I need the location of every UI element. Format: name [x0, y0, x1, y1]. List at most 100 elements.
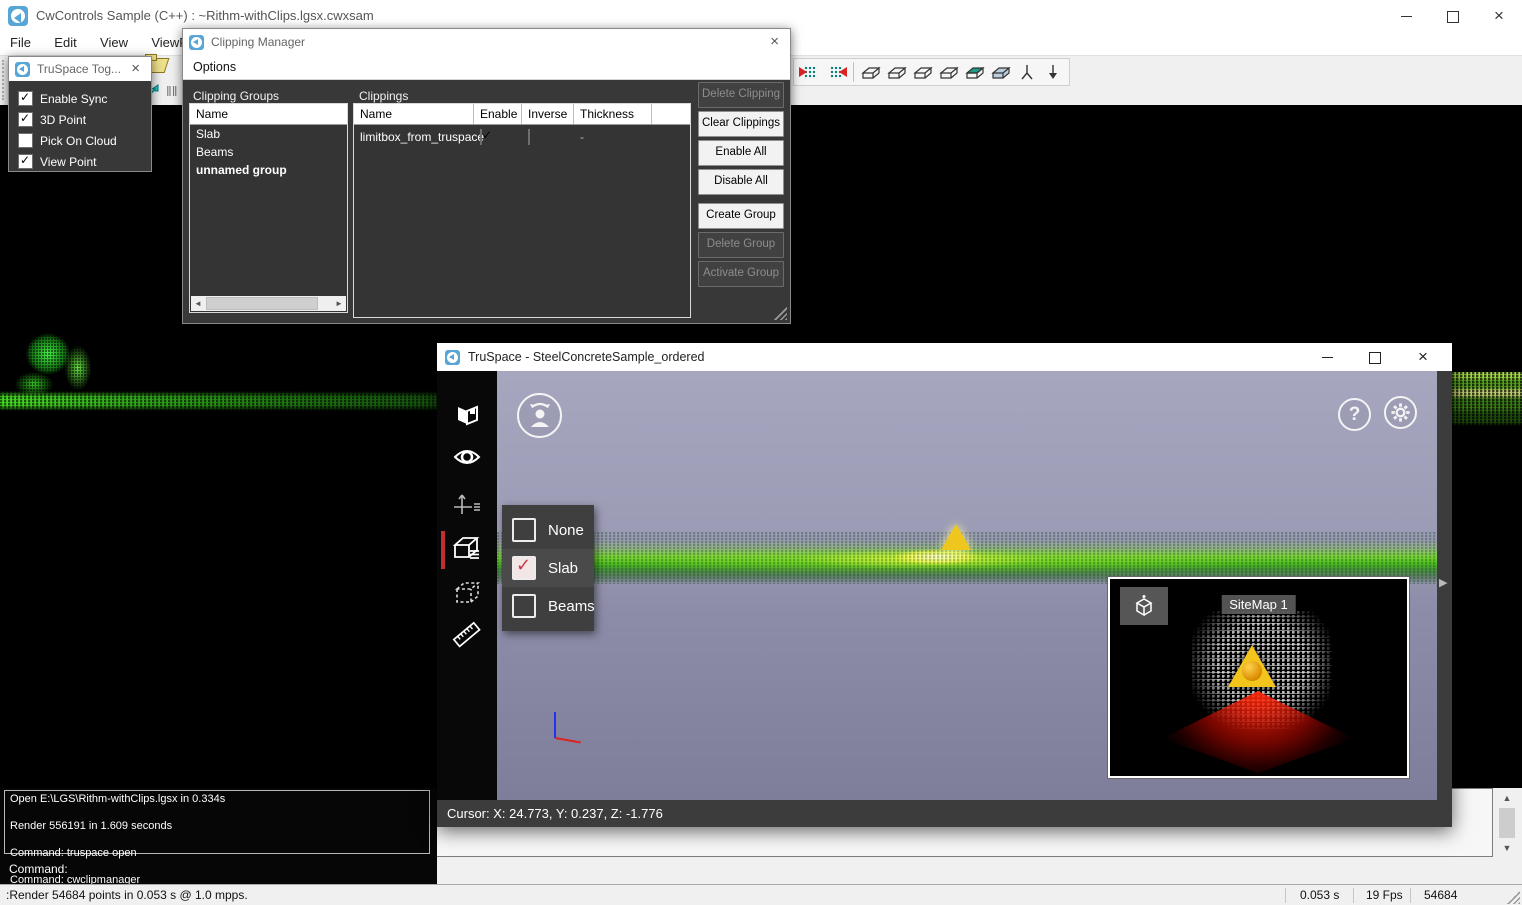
console-scrollbar[interactable]: ▲ ▼	[1498, 790, 1516, 866]
enable-sync-checkbox[interactable]	[18, 91, 33, 106]
clipping-name: limitbox_from_truspace	[354, 130, 474, 144]
menu-edit[interactable]: Edit	[44, 32, 86, 53]
scroll-right-icon[interactable]: ►	[332, 296, 346, 311]
group-list-item-active[interactable]: unnamed group	[190, 161, 347, 179]
groups-horizontal-scrollbar[interactable]: ◄ ►	[191, 296, 346, 311]
inverse-checkbox[interactable]	[528, 129, 530, 145]
maximize-button[interactable]	[1355, 343, 1395, 371]
clipping-manager-titlebar[interactable]: Clipping Manager ×	[183, 29, 790, 55]
help-icon[interactable]: ?	[1338, 398, 1371, 431]
toggle-pick-on-cloud[interactable]: Pick On Cloud	[18, 133, 142, 148]
scroll-up-icon[interactable]: ▲	[1498, 790, 1516, 806]
group-list-item[interactable]: Beams	[190, 143, 347, 161]
scroll-thumb[interactable]	[206, 297, 318, 310]
export-cloud-icon[interactable]	[824, 61, 848, 83]
truspace-viewport[interactable]: ? None Slab Beams	[497, 371, 1437, 800]
drop-down-icon[interactable]	[1041, 61, 1065, 83]
toggle-3d-point[interactable]: 3D Point	[18, 112, 142, 127]
command-prompt-label[interactable]: Command:	[9, 862, 68, 876]
slab-box-icon-2[interactable]	[885, 61, 909, 83]
dialog-resize-grip[interactable]	[774, 307, 787, 320]
resize-grip[interactable]	[1507, 891, 1520, 904]
sitemap-title: SiteMap 1	[1221, 595, 1296, 614]
app-icon	[15, 62, 30, 77]
truspace-statusbar: Cursor: X: 24.773, Y: 0.237, Z: -1.776	[437, 800, 1452, 827]
menu-view[interactable]: View	[90, 32, 138, 53]
enable-checkbox[interactable]	[480, 129, 482, 145]
column-header-inverse[interactable]: Inverse	[522, 104, 574, 124]
measure-bars-icon[interactable]: ‖‖	[166, 83, 178, 99]
tog-dialog-titlebar[interactable]: TruSpace Tog... ×	[9, 57, 151, 81]
settings-gear-icon[interactable]	[1384, 396, 1417, 429]
cube-view-icon[interactable]	[1120, 587, 1168, 625]
3d-point-checkbox[interactable]	[18, 112, 33, 127]
enable-all-button[interactable]: Enable All	[698, 140, 784, 166]
clip-option-slab[interactable]: Slab	[502, 549, 594, 587]
import-cloud-icon[interactable]	[798, 61, 822, 83]
groups-column-header[interactable]: Name	[190, 104, 347, 125]
minimize-button[interactable]	[1383, 0, 1429, 32]
toggle-enable-sync[interactable]: Enable Sync	[18, 91, 142, 106]
slab-checkbox[interactable]	[512, 556, 536, 580]
clip-option-label: Slab	[548, 560, 578, 577]
close-icon[interactable]: ×	[765, 29, 784, 55]
toggle-label: Enable Sync	[40, 92, 107, 106]
pick-icon[interactable]	[1015, 61, 1039, 83]
toggle-label: Pick On Cloud	[40, 134, 117, 148]
menu-options[interactable]: Options	[183, 60, 246, 74]
view-point-checkbox[interactable]	[18, 154, 33, 169]
app-icon	[445, 350, 460, 365]
console-line: Render 556191 in 1.609 seconds	[10, 820, 424, 834]
slab-box-icon-4[interactable]	[937, 61, 961, 83]
close-icon[interactable]: ×	[126, 57, 145, 81]
axis-tool-icon[interactable]	[437, 483, 497, 523]
ruler-icon[interactable]	[437, 615, 497, 655]
maximize-button[interactable]	[1430, 0, 1476, 32]
truspace-toggles-dialog: TruSpace Tog... × Enable Sync 3D Point P…	[8, 56, 152, 172]
slab-box-icon-1[interactable]	[859, 61, 883, 83]
clip-cube-icon[interactable]	[437, 529, 497, 569]
group-list-item[interactable]: Slab	[190, 125, 347, 143]
expander-arrow-icon[interactable]: ▶	[1439, 576, 1447, 589]
activate-group-button[interactable]: Activate Group	[698, 261, 784, 287]
none-checkbox[interactable]	[512, 518, 536, 542]
column-header-name[interactable]: Name	[354, 104, 474, 124]
column-header-thickness[interactable]: Thickness	[574, 104, 652, 124]
sitemap-overlay[interactable]: SiteMap 1	[1108, 577, 1409, 778]
slab-box-icon-5[interactable]	[963, 61, 987, 83]
scroll-thumb[interactable]	[1499, 808, 1515, 838]
pick-on-cloud-checkbox[interactable]	[18, 133, 33, 148]
avatar-rotate-icon[interactable]	[517, 393, 562, 438]
close-button[interactable]: ×	[1403, 343, 1443, 371]
clip-option-beams[interactable]: Beams	[502, 587, 594, 625]
minimize-button[interactable]	[1307, 343, 1347, 371]
delete-group-button[interactable]: Delete Group	[698, 232, 784, 258]
limit-box-icon[interactable]	[437, 573, 497, 613]
clear-clippings-button[interactable]: Clear Clippings	[698, 111, 784, 137]
clipping-manager-dialog: Clipping Manager × Options Clipping Grou…	[182, 28, 791, 324]
menu-file[interactable]: File	[0, 32, 41, 53]
clip-option-label: Beams	[548, 598, 595, 615]
delete-clipping-button[interactable]: Delete Clipping	[698, 82, 784, 108]
slab-box-icon-6[interactable]	[989, 61, 1013, 83]
beams-checkbox[interactable]	[512, 594, 536, 618]
clip-option-none[interactable]: None	[502, 511, 594, 549]
console-output-box[interactable]: Open E:\LGS\Rithm-withClips.lgsx in 0.33…	[4, 790, 430, 854]
panorama-icon[interactable]	[437, 395, 497, 435]
main-window-title: CwControls Sample (C++) : ~Rithm-withCli…	[36, 8, 374, 23]
clipping-row[interactable]: limitbox_from_truspace -	[354, 125, 690, 149]
disable-all-button[interactable]: Disable All	[698, 169, 784, 195]
toggle-view-point[interactable]: View Point	[18, 154, 142, 169]
clippings-table[interactable]: Name Enable Inverse Thickness limitbox_f…	[353, 103, 691, 318]
scroll-left-icon[interactable]: ◄	[191, 296, 205, 311]
eye-icon[interactable]	[437, 437, 497, 477]
scan-position-marker[interactable]	[941, 524, 971, 550]
column-header-enable[interactable]: Enable	[474, 104, 522, 124]
slab-box-icon-3[interactable]	[911, 61, 935, 83]
truspace-titlebar[interactable]: TruSpace - SteelConcreteSample_ordered ×	[437, 343, 1452, 371]
scanner-position-marker[interactable]	[1228, 645, 1276, 687]
create-group-button[interactable]: Create Group	[698, 203, 784, 229]
close-button[interactable]: ×	[1476, 0, 1522, 32]
clipping-groups-list[interactable]: Name Slab Beams unnamed group ◄ ►	[189, 103, 348, 313]
scroll-down-icon[interactable]: ▼	[1498, 840, 1516, 856]
